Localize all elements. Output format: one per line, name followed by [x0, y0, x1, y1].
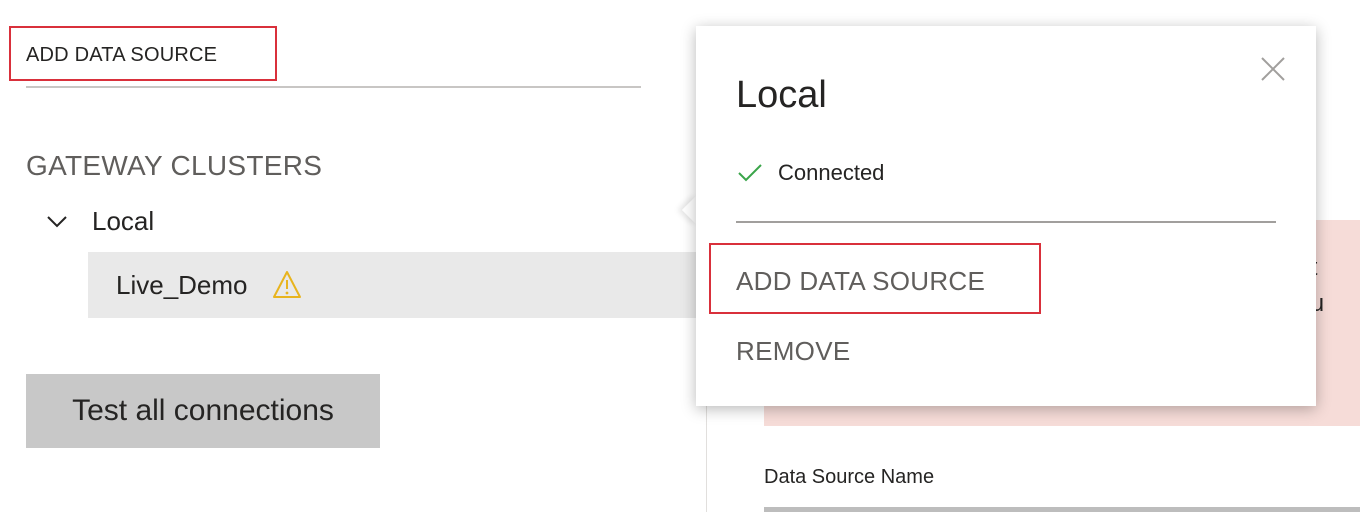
data-source-item-live-demo[interactable]: Live_Demo: [88, 252, 708, 318]
chevron-down-icon[interactable]: [44, 211, 70, 231]
menu-item-remove[interactable]: REMOVE: [736, 336, 850, 367]
close-icon[interactable]: [1258, 54, 1288, 84]
cluster-item-local[interactable]: Local: [44, 203, 154, 239]
gateway-clusters-heading: GATEWAY CLUSTERS: [26, 150, 323, 181]
cluster-popover: Local Connected ADD DATA SOURCE REMOVE: [696, 26, 1316, 406]
connection-status: Connected: [736, 158, 884, 188]
highlight-box: [709, 243, 1041, 314]
divider: [26, 86, 641, 88]
test-all-connections-button[interactable]: Test all connections: [26, 374, 380, 448]
cluster-label: Local: [92, 205, 155, 236]
check-icon: [738, 164, 762, 182]
data-source-name-label: Data Source Name: [764, 466, 935, 488]
divider: [736, 221, 1276, 223]
data-source-label: Live_Demo: [116, 269, 248, 300]
warning-icon: [272, 271, 301, 298]
status-text: Connected: [778, 160, 885, 185]
popover-title: Local: [736, 74, 827, 116]
data-source-name-input[interactable]: [764, 507, 1360, 512]
highlight-box: [9, 26, 277, 81]
